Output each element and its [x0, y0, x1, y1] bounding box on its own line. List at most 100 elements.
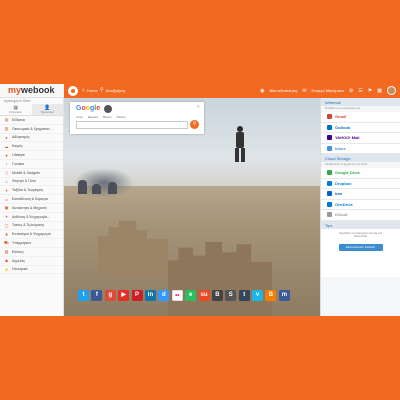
tv-icon: ▢ — [4, 222, 9, 228]
youtube-icon[interactable]: ▶ — [118, 289, 130, 301]
cart-icon: ⛟ — [4, 240, 10, 246]
heart-icon: ♥ — [5, 152, 8, 158]
settings-icon[interactable]: ⚙ — [349, 88, 353, 94]
google-tab[interactable]: Βίντεο — [103, 115, 111, 119]
sidebar-item-label: Εστιατόρια & Ψυχαγωγία — [12, 232, 51, 237]
service-logo-icon — [327, 191, 332, 197]
search-input[interactable] — [76, 121, 188, 129]
food-icon: ♨ — [4, 178, 9, 184]
sidebar-item-label: Αγγελίες — [12, 258, 26, 263]
sidebar-item[interactable]: ▨ Εικόνες — [0, 248, 63, 257]
stumbleupon-icon[interactable]: su — [198, 289, 210, 301]
flag-icon[interactable]: ⚑ — [368, 88, 372, 94]
service-yahoo-mail[interactable]: YAHOO! Mail — [321, 133, 400, 144]
app-logo[interactable]: mywebook — [8, 85, 55, 95]
service-dropbox[interactable]: Dropbox — [321, 178, 400, 189]
globe-icon[interactable]: ◉ — [260, 88, 264, 94]
google-tab[interactable]: Χάρτες — [116, 115, 125, 119]
vimeo-icon[interactable]: v — [252, 289, 264, 301]
sidebar-tabs: ▦ Κατηγορίες 👤 Προσωπικά — [0, 104, 63, 116]
sidebar-item-label: Υπερμάρκετ — [12, 241, 32, 246]
sidebar-item-label: Γυναίκα — [12, 161, 25, 166]
sidebar-item[interactable]: ▤ Ειδήσεις — [0, 116, 63, 125]
car-icon: ▣ — [4, 205, 9, 211]
news-icon: ▤ — [4, 117, 9, 123]
tab-categories[interactable]: ▦ Κατηγορίες — [0, 104, 32, 115]
background-runner — [234, 126, 246, 162]
home-link[interactable]: ⌂ Home — [82, 87, 98, 93]
list-icon[interactable]: ☰ — [358, 88, 362, 94]
linkedin-icon[interactable]: in — [144, 289, 156, 301]
google-tab[interactable]: Ιστός — [76, 115, 83, 119]
top-bar: mywebook ⌂ Home ⚲ Αναζήτηση ◉ Νέα ειδοπο… — [0, 84, 400, 98]
sidebar-item[interactable]: ♨ Φαγητό & Ποτό — [0, 178, 63, 187]
service-logo-icon — [327, 170, 332, 176]
flickr-icon[interactable]: •• — [171, 289, 183, 301]
sidebar-item[interactable]: ✈ Ταξίδια & Τουρισμός — [0, 186, 63, 196]
chat-icon[interactable]: ✉ — [302, 88, 306, 94]
service-label: YAHOO! Mail — [335, 135, 360, 141]
sidebar-item[interactable]: ⚡ Ηλεκτρικά — [0, 266, 63, 275]
avatar[interactable] — [387, 86, 396, 95]
sidebar-item[interactable]: ♜ Εστιατόρια & Ψυχαγωγία — [0, 230, 63, 240]
pinterest-icon[interactable]: P — [131, 289, 143, 301]
cloud-list: Google Drive Dropbox box OneDrive iCloud — [321, 168, 400, 221]
sidebar-item[interactable]: ☁ Καιρός — [0, 142, 63, 152]
sidebar-item[interactable]: ✦ Διάδοση & Ψυχαγωγία... — [0, 213, 63, 222]
service-box[interactable]: box — [321, 189, 400, 200]
sidebar-item[interactable]: ● Αθλητισμός — [0, 134, 63, 143]
plane-icon: ✈ — [4, 187, 9, 193]
search-button[interactable]: ⚲ — [190, 120, 199, 129]
notifications-link[interactable]: Νέα ειδοποίηση — [269, 88, 297, 93]
sidebar-item[interactable]: ♀ Γυναίκα — [0, 160, 63, 169]
sidebar-item[interactable]: ▣ Αυτοκίνητα & Μηχανές — [0, 204, 63, 213]
customize-button[interactable]: Εξατομίκευση Σελίδας — [338, 243, 383, 251]
pin-icon[interactable]: ✎ — [197, 104, 200, 109]
sidebar-item[interactable]: ♥ Lifestyle — [0, 151, 63, 160]
tab-personal[interactable]: 👤 Προσωπικά — [31, 104, 63, 115]
google-logo: Google — [76, 105, 101, 112]
evernote-icon[interactable]: e — [185, 289, 197, 301]
grid-icon[interactable]: ▦ — [377, 88, 382, 94]
twitter-icon[interactable]: t — [78, 289, 89, 301]
sidebar-item[interactable]: ◆ Αγγελίες — [0, 257, 63, 266]
service-gmail[interactable]: Gmail — [321, 112, 400, 123]
blogger-orange-icon[interactable]: B — [265, 289, 277, 301]
webmail-list: Gmail Outlook YAHOO! Mail Inbox — [321, 112, 400, 154]
sidebar-item[interactable]: ▢ Ταινίες & Τηλεόραση — [0, 222, 63, 231]
skype-icon[interactable]: S — [225, 289, 237, 301]
sidebar-item[interactable]: ▭ Εκπαίδευση & Καριέρα — [0, 195, 63, 204]
google-tab[interactable]: Εικόνες — [88, 115, 98, 119]
sidebar-item[interactable]: ▯ Mobile & Gadgets — [0, 169, 63, 178]
brand-icon[interactable] — [68, 86, 78, 96]
tips-box: Προσθέστε τα αγαπημένα σας site στα Προσ… — [321, 228, 400, 277]
camera-icon[interactable] — [104, 105, 112, 113]
delicious-icon[interactable]: d — [158, 289, 170, 301]
service-logo-icon — [327, 212, 332, 218]
sidebar-item[interactable]: ⛟ Υπερμάρκετ — [0, 239, 63, 248]
sidebar-item-label: Αυτοκίνητα & Μηχανές — [12, 205, 48, 210]
service-icloud[interactable]: iCloud — [321, 210, 400, 221]
blogger-icon[interactable]: B — [211, 289, 223, 301]
google-plus-icon[interactable]: g — [104, 289, 116, 301]
messages-link[interactable]: Ενεργό Μηνύματα — [312, 88, 344, 93]
service-inbox[interactable]: Inbox — [321, 143, 400, 154]
right-panel: Webmail Συνδεθείτε στο λογαριασμό σας Gm… — [320, 98, 400, 316]
facebook-icon[interactable]: f — [91, 289, 103, 301]
myspace-icon[interactable]: m — [278, 289, 290, 301]
sidebar-item-label: Ταξίδια & Τουρισμός — [12, 188, 44, 193]
search-link[interactable]: ⚲ Αναζήτηση — [100, 87, 125, 93]
service-logo-icon — [327, 124, 332, 130]
sidebar-item-label: Καιρός — [12, 144, 23, 149]
sidebar-item-label: Mobile & Gadgets — [12, 170, 40, 175]
service-onedrive[interactable]: OneDrive — [321, 199, 400, 210]
sidebar-item-label: Εκπαίδευση & Καριέρα — [12, 197, 48, 202]
sidebar-item-label: Lifestyle — [12, 153, 25, 158]
service-outlook[interactable]: Outlook — [321, 122, 400, 133]
tag-icon: ◆ — [4, 258, 9, 264]
service-google-drive[interactable]: Google Drive — [321, 168, 400, 179]
sidebar-item-label: Ηλεκτρικά — [12, 267, 28, 272]
tumblr-icon[interactable]: t — [238, 289, 250, 301]
sidebar-item-label: Εικόνες — [12, 249, 24, 254]
sidebar-item[interactable]: ▥ Οικονομικά & Χρηματιστ... — [0, 125, 63, 134]
